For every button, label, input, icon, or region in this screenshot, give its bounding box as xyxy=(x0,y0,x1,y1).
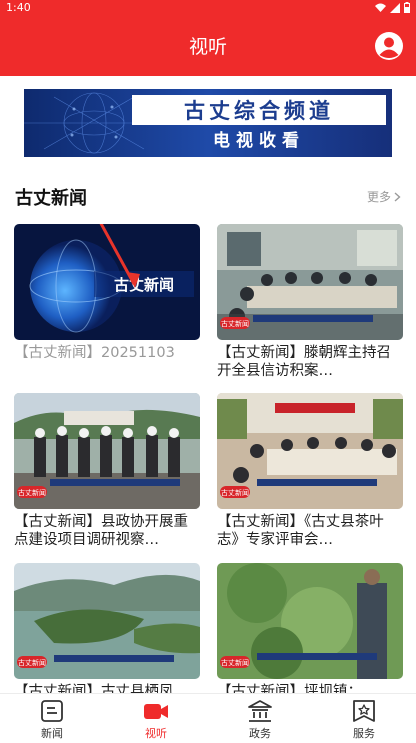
battery-icon xyxy=(404,2,410,13)
tab-video[interactable]: 视听 xyxy=(104,694,208,743)
tab-label: 服务 xyxy=(353,727,375,740)
service-icon xyxy=(353,700,375,722)
channel-banner[interactable]: 古丈综合频道 电视收看 xyxy=(24,89,392,157)
wifi-icon xyxy=(375,3,386,12)
video-thumbnail[interactable]: 古丈新闻 xyxy=(14,563,200,679)
thumb-logo-text: 古丈新闻 xyxy=(114,276,174,294)
news-icon xyxy=(41,700,63,722)
tab-label: 视听 xyxy=(145,727,167,740)
svg-text:古丈新闻: 古丈新闻 xyxy=(221,488,249,497)
thumb-logo: 古丈新闻 xyxy=(220,486,250,498)
thumb-logo: 古丈新闻 xyxy=(220,317,250,329)
banner-line2: 电视收看 xyxy=(213,130,305,151)
status-bar: 1:40 xyxy=(0,0,416,16)
chevron-right-icon xyxy=(394,191,401,202)
video-title: 【古丈新闻】滕朝辉主持召开全县信访积案… xyxy=(217,345,391,379)
tab-label: 政务 xyxy=(249,727,271,740)
thumb-logo: 古丈新闻 xyxy=(17,656,47,668)
bottom-tab-bar: 新闻 视听 政务 服务 xyxy=(0,693,416,743)
video-title: 【古丈新闻】县政协开展重点建设项目调研视察… xyxy=(14,514,188,548)
thumb-logo: 古丈新闻 xyxy=(17,486,47,498)
page-title: 视听 xyxy=(188,36,227,58)
video-thumbnail[interactable]: 古丈新闻 xyxy=(14,224,200,340)
banner-line1: 古丈综合频道 xyxy=(184,98,334,123)
tab-news[interactable]: 新闻 xyxy=(0,694,104,743)
video-card[interactable]: 古丈新闻 【古丈新闻】县政协开展重点建设项目调研视察… xyxy=(14,393,200,551)
svg-text:古丈新闻: 古丈新闻 xyxy=(18,658,46,667)
video-card[interactable]: 古丈新闻 【古丈新闻】滕朝辉主持召开全县信访积案… xyxy=(217,224,403,382)
video-thumbnail[interactable]: 古丈新闻 xyxy=(14,393,200,509)
tab-label: 新闻 xyxy=(41,727,63,740)
tab-government[interactable]: 政务 xyxy=(208,694,312,743)
government-icon xyxy=(248,700,272,722)
video-card[interactable]: 古丈新闻 【古丈新闻】《古丈县茶叶志》专家评审会… xyxy=(217,393,403,551)
profile-icon[interactable] xyxy=(374,31,404,61)
video-title: 【古丈新闻】20251103 xyxy=(14,345,175,361)
video-title: 【古丈新闻】《古丈县茶叶志》专家评审会… xyxy=(217,514,384,548)
section-title: 古丈新闻 xyxy=(15,188,87,209)
section-header: 古丈新闻 更多 xyxy=(15,184,401,210)
video-thumbnail[interactable]: 古丈新闻 xyxy=(217,224,403,340)
svg-text:古丈新闻: 古丈新闻 xyxy=(221,658,249,667)
app-header: 视听 xyxy=(0,16,416,76)
status-time: 1:40 xyxy=(6,1,31,14)
tab-service[interactable]: 服务 xyxy=(312,694,416,743)
video-thumbnail[interactable]: 古丈新闻 xyxy=(217,563,403,679)
signal-icon xyxy=(390,2,400,13)
video-thumbnail[interactable]: 古丈新闻 xyxy=(217,393,403,509)
svg-text:古丈新闻: 古丈新闻 xyxy=(18,488,46,497)
more-label: 更多 xyxy=(366,190,391,204)
svg-text:古丈新闻: 古丈新闻 xyxy=(221,319,249,328)
more-link[interactable]: 更多 xyxy=(367,188,401,205)
video-card[interactable]: 古丈新闻 【古丈新闻】20251103 xyxy=(14,224,200,382)
thumb-logo: 古丈新闻 xyxy=(220,656,250,668)
video-icon xyxy=(144,704,168,719)
